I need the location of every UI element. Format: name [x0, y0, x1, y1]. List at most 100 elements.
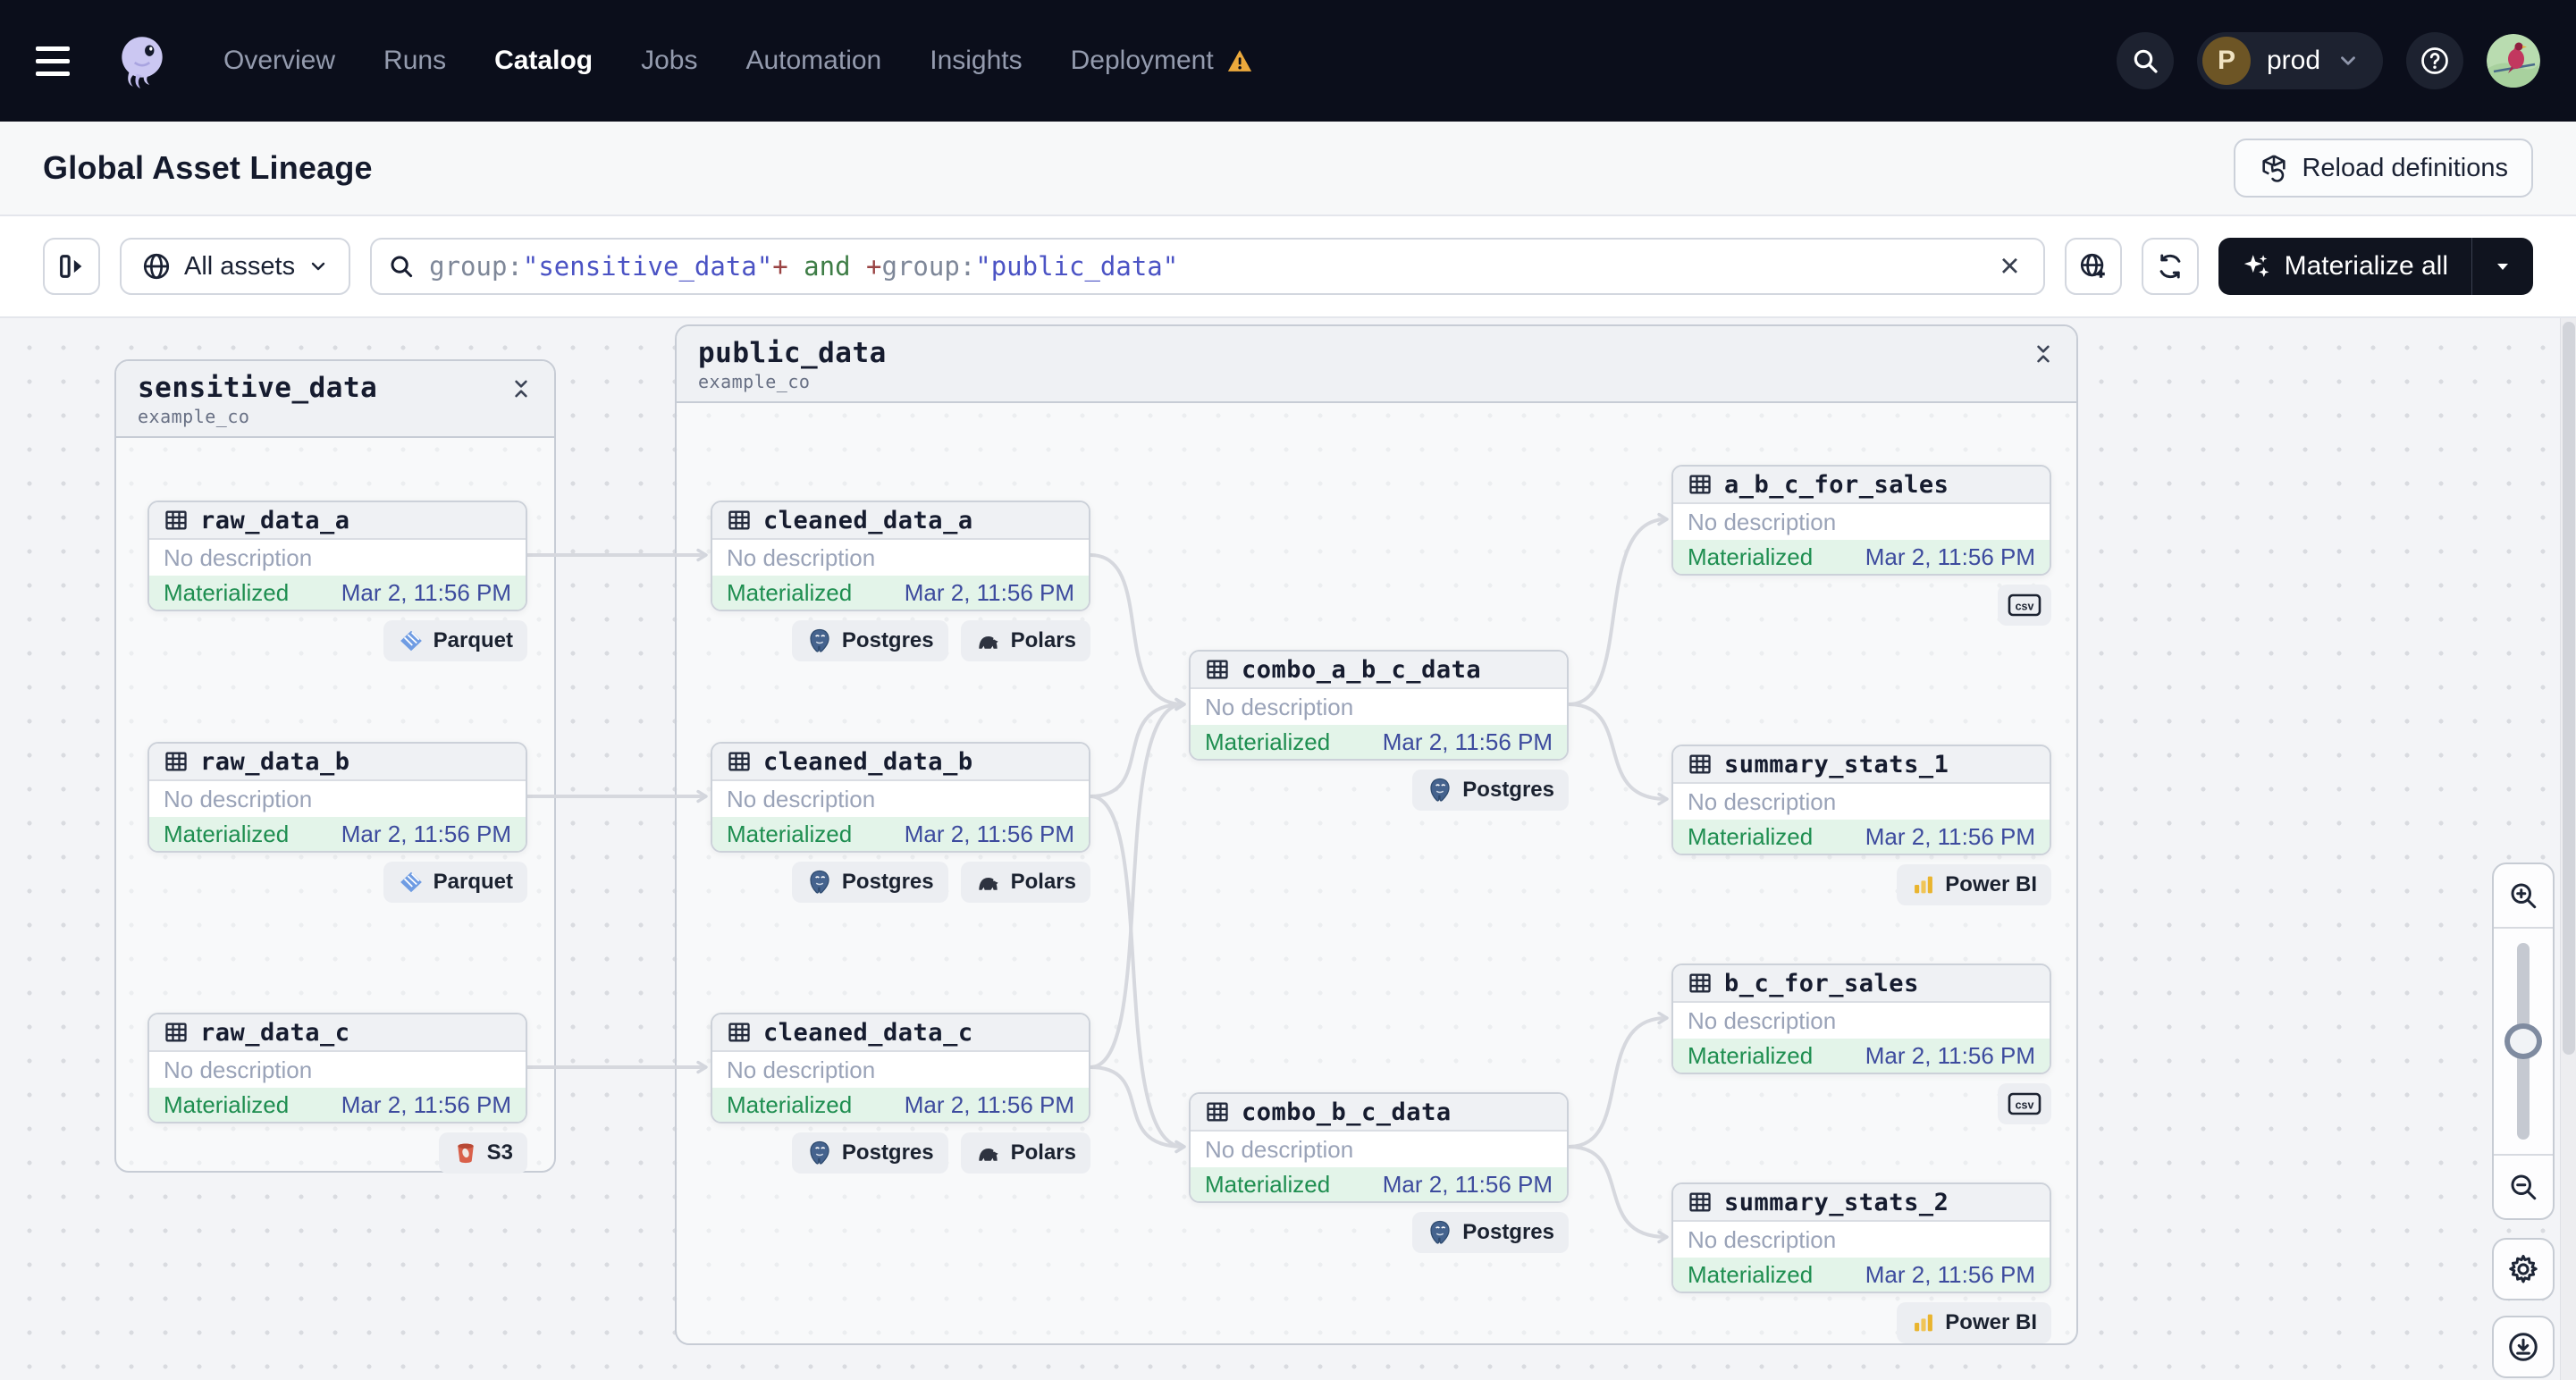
- s3-badge[interactable]: S3: [438, 1132, 527, 1174]
- polars-badge[interactable]: Polars: [960, 620, 1090, 661]
- parquet-badge[interactable]: Parquet: [383, 620, 527, 661]
- asset-search-input[interactable]: group:"sensitive_data"+ and +group:"publ…: [370, 238, 2045, 295]
- table-icon: [1689, 973, 1711, 993]
- search-query-text: group:"sensitive_data"+ and +group:"publ…: [429, 251, 1978, 282]
- materialization-timestamp[interactable]: Mar 2, 11:56 PM: [1865, 823, 2035, 851]
- asset-node-summary_stats_2[interactable]: summary_stats_2 No description Materiali…: [1671, 1182, 2051, 1293]
- postgres-badge[interactable]: Postgres: [791, 620, 948, 661]
- kind-badge-label: Power BI: [1945, 1310, 2037, 1334]
- postgres-badge[interactable]: Postgres: [791, 1132, 948, 1174]
- asset-node-header: combo_b_c_data: [1191, 1094, 1567, 1132]
- kind-badges-cleaned_data_a: Postgres Polars: [711, 620, 1090, 661]
- vertical-scrollbar-thumb[interactable]: [2563, 322, 2575, 1055]
- materialization-timestamp[interactable]: Mar 2, 11:56 PM: [341, 579, 511, 607]
- materialized-status: Materialized: [1205, 728, 1331, 755]
- lineage-canvas[interactable]: sensitive_data example_co public_data ex…: [0, 318, 2576, 1380]
- query-token-key: group:: [881, 251, 976, 282]
- zoom-slider-thumb[interactable]: [2504, 1022, 2542, 1059]
- user-avatar[interactable]: [2487, 34, 2540, 88]
- nav-item-jobs[interactable]: Jobs: [641, 46, 697, 76]
- nav-item-insights[interactable]: Insights: [930, 46, 1022, 76]
- asset-node-a_b_c_for_sales[interactable]: a_b_c_for_sales No description Materiali…: [1671, 465, 2051, 576]
- zoom-in-button[interactable]: [2494, 864, 2553, 929]
- polars-badge[interactable]: Polars: [960, 862, 1090, 903]
- dagster-logo-icon[interactable]: [113, 31, 172, 90]
- nav-item-deployment[interactable]: Deployment: [1071, 46, 1253, 76]
- collapse-group-button[interactable]: [2032, 337, 2055, 370]
- asset-node-summary_stats_1[interactable]: summary_stats_1 No description Materiali…: [1671, 745, 2051, 855]
- parquet-badge[interactable]: Parquet: [383, 862, 527, 903]
- postgres-badge[interactable]: Postgres: [1412, 1212, 1569, 1253]
- nav-item-overview[interactable]: Overview: [223, 46, 335, 76]
- kind-badges-summary_stats_1: Power BI: [1671, 864, 2051, 905]
- materialization-timestamp[interactable]: Mar 2, 11:56 PM: [1865, 1042, 2035, 1070]
- nav-item-runs[interactable]: Runs: [383, 46, 446, 76]
- postgres-badge[interactable]: Postgres: [791, 862, 948, 903]
- zoom-out-button[interactable]: [2494, 1154, 2553, 1218]
- materialized-status: Materialized: [1205, 1170, 1331, 1198]
- asset-node-combo_b_c_data[interactable]: combo_b_c_data No description Materializ…: [1189, 1092, 1569, 1203]
- asset-node-raw_data_c[interactable]: raw_data_c No description Materialized M…: [147, 1013, 527, 1123]
- help-button[interactable]: [2406, 32, 2463, 89]
- search-button[interactable]: [2116, 32, 2174, 89]
- group-header-public_data[interactable]: public_data example_co: [677, 326, 2076, 403]
- materialized-status: Materialized: [164, 1090, 290, 1118]
- nav-item-label: Jobs: [641, 46, 698, 75]
- materialization-timestamp[interactable]: Mar 2, 11:56 PM: [1383, 1171, 1553, 1199]
- asset-scope-dropdown[interactable]: All assets: [120, 238, 351, 295]
- asset-node-cleaned_data_c[interactable]: cleaned_data_c No description Materializ…: [711, 1013, 1090, 1123]
- deployment-switcher[interactable]: P prod: [2196, 32, 2383, 89]
- asset-node-header: raw_data_c: [149, 1014, 526, 1052]
- graph-settings-button[interactable]: [2492, 1238, 2555, 1300]
- materialized-status: Materialized: [164, 578, 290, 606]
- vertical-scrollbar[interactable]: [2560, 318, 2576, 1380]
- materialization-timestamp[interactable]: Mar 2, 11:56 PM: [341, 820, 511, 848]
- clear-search-icon[interactable]: ×: [1992, 249, 2026, 283]
- materialize-options-button[interactable]: [2471, 238, 2533, 295]
- materialize-all-button[interactable]: Materialize all: [2218, 238, 2471, 295]
- query-token-op: +: [772, 251, 788, 282]
- hamburger-menu-icon[interactable]: [36, 46, 80, 76]
- table-icon: [728, 1022, 750, 1042]
- nav-item-automation[interactable]: Automation: [745, 46, 881, 76]
- materialization-timestamp[interactable]: Mar 2, 11:56 PM: [905, 1091, 1074, 1119]
- open-left-panel-button[interactable]: [43, 238, 100, 295]
- asset-node-b_c_for_sales[interactable]: b_c_for_sales No description Materialize…: [1671, 963, 2051, 1074]
- materialization-timestamp[interactable]: Mar 2, 11:56 PM: [1383, 728, 1553, 756]
- asset-node-cleaned_data_b[interactable]: cleaned_data_b No description Materializ…: [711, 742, 1090, 853]
- materialization-timestamp[interactable]: Mar 2, 11:56 PM: [341, 1091, 511, 1119]
- kind-badges-raw_data_a: Parquet: [147, 620, 527, 661]
- download-graph-button[interactable]: [2492, 1316, 2555, 1378]
- postgres-badge[interactable]: Postgres: [1412, 770, 1569, 811]
- asset-node-header: b_c_for_sales: [1673, 965, 2050, 1003]
- group-subtitle: example_co: [698, 371, 811, 392]
- reload-definitions-button[interactable]: Reload definitions: [2234, 139, 2533, 198]
- asset-node-raw_data_a[interactable]: raw_data_a No description Materialized M…: [147, 501, 527, 611]
- csv-badge[interactable]: csv: [1998, 585, 2051, 626]
- refresh-graph-button[interactable]: [2141, 238, 2199, 295]
- asset-node-combo_a_b_c_data[interactable]: combo_a_b_c_data No description Material…: [1189, 650, 1569, 761]
- fetch-remote-assets-button[interactable]: [2064, 238, 2122, 295]
- zoom-in-icon: [2511, 883, 2537, 909]
- powerbi-badge[interactable]: Power BI: [1897, 864, 2051, 905]
- asset-node-cleaned_data_a[interactable]: cleaned_data_a No description Materializ…: [711, 501, 1090, 611]
- asset-node-header: cleaned_data_a: [712, 502, 1089, 540]
- nav-item-catalog[interactable]: Catalog: [494, 46, 593, 76]
- group-header-text: public_data example_co: [698, 337, 887, 392]
- kind-badges-cleaned_data_c: Postgres Polars: [711, 1132, 1090, 1174]
- collapse-group-button[interactable]: [509, 372, 533, 405]
- asset-status-row: Materialized Mar 2, 11:56 PM: [712, 817, 1089, 851]
- postgres-icon: [1430, 1220, 1450, 1244]
- csv-badge[interactable]: csv: [1998, 1083, 2051, 1124]
- asset-node-raw_data_b[interactable]: raw_data_b No description Materialized M…: [147, 742, 527, 853]
- materialization-timestamp[interactable]: Mar 2, 11:56 PM: [1865, 543, 2035, 571]
- kind-badges-combo_a_b_c_data: Postgres: [1189, 770, 1569, 811]
- group-header-sensitive_data[interactable]: sensitive_data example_co: [116, 361, 554, 438]
- page-title: Global Asset Lineage: [43, 149, 373, 186]
- zoom-slider: [2494, 929, 2553, 1154]
- materialization-timestamp[interactable]: Mar 2, 11:56 PM: [1865, 1261, 2035, 1289]
- materialization-timestamp[interactable]: Mar 2, 11:56 PM: [905, 820, 1074, 848]
- materialization-timestamp[interactable]: Mar 2, 11:56 PM: [905, 579, 1074, 607]
- polars-badge[interactable]: Polars: [960, 1132, 1090, 1174]
- powerbi-badge[interactable]: Power BI: [1897, 1302, 2051, 1343]
